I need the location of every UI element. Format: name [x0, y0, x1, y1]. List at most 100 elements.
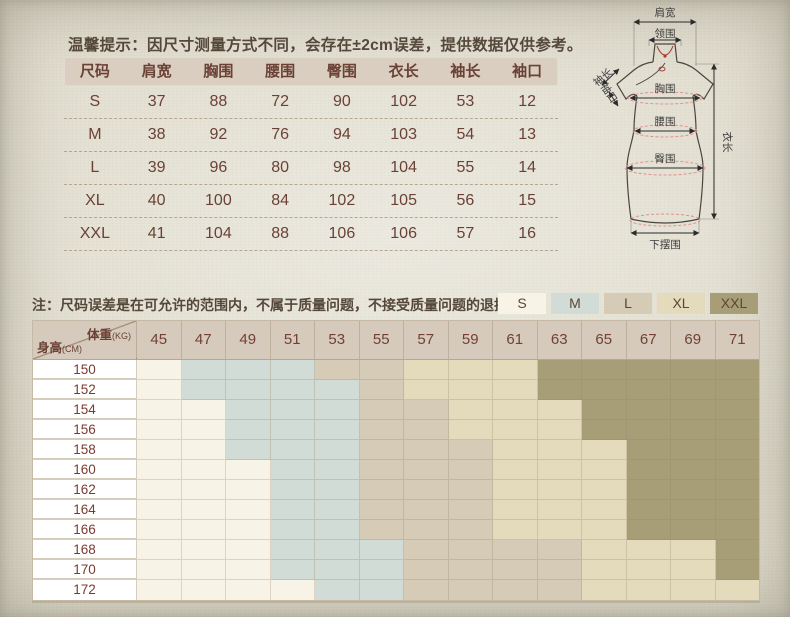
matrix-cell-size-l	[493, 560, 538, 580]
matrix-cell-size-l	[404, 400, 449, 420]
matrix-cell-size-s	[226, 460, 271, 480]
matrix-cell-size-m	[271, 400, 316, 420]
matrix-cell-size-l	[449, 540, 494, 560]
matrix-cell-size-xl	[493, 500, 538, 520]
matrix-cell-size-m	[315, 460, 360, 480]
matrix-cell-size-l	[360, 420, 405, 440]
size-table-row: L399680981045514	[64, 152, 558, 185]
matrix-cell-size-m	[226, 440, 271, 460]
matrix-cell-size-xxl	[716, 480, 760, 500]
matrix-cell-size-l	[404, 580, 449, 600]
matrix-cell-size-s	[182, 580, 227, 600]
height-label-cell: 172	[33, 580, 137, 600]
matrix-cell-size-s	[137, 420, 182, 440]
matrix-corner-cell: 体重(KG) 身高(CM)	[33, 321, 137, 359]
matrix-cell-size-xxl	[671, 460, 716, 480]
matrix-cell-size-xxl	[627, 460, 672, 480]
matrix-cell-size-xxl	[582, 360, 627, 380]
matrix-cell-size-s	[137, 440, 182, 460]
height-weight-size-matrix: 体重(KG) 身高(CM) 45474951535557596163656769…	[32, 320, 760, 601]
matrix-cell-size-xl	[493, 460, 538, 480]
matrix-cell-size-xxl	[671, 500, 716, 520]
size-cell: M	[64, 119, 126, 151]
matrix-cell-size-xxl	[627, 480, 672, 500]
matrix-cell-size-xl	[627, 580, 672, 600]
legend-swatch-l: L	[604, 293, 652, 314]
weight-header-cell: 45	[137, 321, 182, 359]
matrix-cell-size-xl	[582, 560, 627, 580]
measurement-value: 103	[373, 119, 435, 151]
height-label-cell: 150	[33, 360, 137, 380]
height-label-cell: 158	[33, 440, 137, 460]
matrix-row: 158	[33, 440, 759, 460]
measurement-value: 38	[126, 119, 188, 151]
matrix-row: 156	[33, 420, 759, 440]
matrix-cell-size-xl	[582, 500, 627, 520]
matrix-cell-size-xxl	[627, 380, 672, 400]
matrix-cell-size-xxl	[671, 440, 716, 460]
matrix-cell-size-l	[449, 520, 494, 540]
matrix-cell-size-l	[404, 540, 449, 560]
measurement-value: 98	[311, 152, 373, 184]
matrix-cell-size-xxl	[716, 520, 760, 540]
matrix-row: 152	[33, 380, 759, 400]
measurement-value: 72	[249, 86, 311, 118]
matrix-cell-size-xxl	[538, 360, 583, 380]
measurement-value: 56	[435, 185, 497, 217]
matrix-cell-size-xl	[538, 440, 583, 460]
matrix-row: 164	[33, 500, 759, 520]
matrix-cell-size-m	[226, 400, 271, 420]
matrix-cell-size-m	[226, 380, 271, 400]
matrix-cell-size-xl	[671, 580, 716, 600]
matrix-cell-size-s	[182, 520, 227, 540]
measurement-value: 104	[373, 152, 435, 184]
measurement-value: 84	[249, 185, 311, 217]
matrix-cell-size-s	[137, 540, 182, 560]
shoulder-width-label: 肩宽	[655, 6, 676, 19]
matrix-cell-size-l	[404, 460, 449, 480]
matrix-cell-size-xxl	[582, 420, 627, 440]
measurement-value: 40	[126, 185, 188, 217]
legend-swatch-s: S	[498, 293, 546, 314]
size-table-header: 尺码肩宽胸围腰围臀围衣长袖长袖口	[64, 57, 558, 86]
measurement-value: 13	[496, 119, 558, 151]
matrix-cell-size-l	[360, 460, 405, 480]
matrix-row: 168	[33, 540, 759, 560]
matrix-header: 体重(KG) 身高(CM) 45474951535557596163656769…	[33, 321, 759, 360]
matrix-cell-size-l	[449, 480, 494, 500]
matrix-cell-size-s	[137, 360, 182, 380]
weight-header-cell: 67	[627, 321, 672, 359]
size-cell: L	[64, 152, 126, 184]
measurement-value: 92	[188, 119, 250, 151]
measurement-value: 102	[373, 86, 435, 118]
matrix-cell-size-xl	[449, 420, 494, 440]
matrix-cell-size-m	[226, 420, 271, 440]
height-label-cell: 170	[33, 560, 137, 580]
height-label-cell: 152	[33, 380, 137, 400]
matrix-cell-size-s	[182, 460, 227, 480]
legend-swatch-xl: XL	[657, 293, 705, 314]
matrix-cell-size-s	[226, 560, 271, 580]
height-label-cell: 160	[33, 460, 137, 480]
measurement-value: 76	[249, 119, 311, 151]
matrix-cell-size-xl	[449, 380, 494, 400]
measurement-value: 102	[311, 185, 373, 217]
matrix-cell-size-xl	[627, 560, 672, 580]
hip-label: 臀围	[655, 153, 676, 165]
matrix-cell-size-m	[315, 560, 360, 580]
height-axis-label: 身高(CM)	[37, 337, 82, 356]
matrix-cell-size-xl	[582, 540, 627, 560]
collar-detail	[657, 46, 673, 71]
matrix-cell-size-l	[449, 460, 494, 480]
size-table-row: S378872901025312	[64, 86, 558, 119]
matrix-cell-size-s	[182, 560, 227, 580]
matrix-cell-size-l	[538, 540, 583, 560]
matrix-cell-size-l	[538, 580, 583, 600]
matrix-cell-size-m	[315, 400, 360, 420]
matrix-row: 160	[33, 460, 759, 480]
legend-swatch-xxl: XXL	[710, 293, 758, 314]
size-column-header: 胸围	[188, 57, 250, 86]
matrix-cell-size-xl	[493, 380, 538, 400]
matrix-cell-size-m	[271, 500, 316, 520]
matrix-cell-size-xl	[627, 540, 672, 560]
